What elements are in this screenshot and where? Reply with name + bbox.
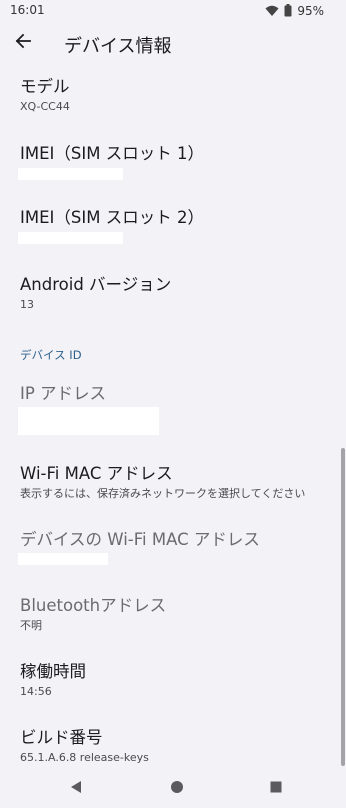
battery-percentage: 95%	[297, 4, 324, 18]
bluetooth-title: Bluetoothアドレス	[20, 596, 167, 615]
app-bar: デバイス情報	[0, 22, 346, 64]
status-time: 16:01	[10, 3, 45, 17]
nav-back-icon	[69, 779, 83, 798]
redacted-value	[18, 168, 123, 180]
model-value: XQ-CC44	[20, 100, 70, 113]
list-item-ip-address: IP アドレス	[20, 383, 106, 405]
android-version-title: Android バージョン	[20, 275, 172, 294]
imei-slot-1-title: IMEI（SIM スロット 1）	[20, 144, 204, 163]
scrollbar[interactable]	[341, 448, 345, 766]
back-button[interactable]	[8, 28, 38, 58]
ip-address-title: IP アドレス	[20, 384, 107, 403]
device-info-list[interactable]: モデル XQ-CC44 IMEI（SIM スロット 1） IMEI（SIM スロ…	[0, 64, 346, 768]
arrow-back-icon	[15, 33, 31, 53]
list-item-device-wifi-mac: デバイスの Wi-Fi MAC アドレス	[20, 529, 260, 551]
list-item-uptime[interactable]: 稼働時間 14:56	[20, 661, 86, 699]
wifi-mac-value: 表示するには、保存済みネットワークを選択してください	[20, 487, 306, 500]
list-item-wifi-mac[interactable]: Wi-Fi MAC アドレス 表示するには、保存済みネットワークを選択してくださ…	[20, 463, 305, 501]
wifi-icon	[265, 2, 279, 21]
section-header-device-id: デバイス ID	[20, 348, 82, 362]
bluetooth-value: 不明	[20, 619, 42, 632]
device-wifi-mac-title: デバイスの Wi-Fi MAC アドレス	[20, 530, 260, 549]
nav-recents-button[interactable]	[264, 776, 288, 800]
page-title: デバイス情報	[64, 36, 172, 57]
android-version-value: 13	[20, 298, 34, 311]
nav-back-button[interactable]	[64, 776, 88, 800]
redacted-value	[18, 553, 108, 565]
imei-slot-2-title: IMEI（SIM スロット 2）	[20, 208, 204, 227]
list-item-imei-slot-2[interactable]: IMEI（SIM スロット 2）	[20, 207, 204, 229]
model-title: モデル	[20, 77, 70, 96]
uptime-value: 14:56	[20, 685, 52, 698]
status-icons: 95%	[265, 3, 324, 19]
nav-recents-icon	[269, 779, 283, 798]
wifi-mac-title: Wi-Fi MAC アドレス	[20, 464, 173, 483]
list-item-bluetooth: Bluetoothアドレス 不明	[20, 595, 166, 633]
nav-home-icon	[170, 779, 184, 798]
redacted-value	[18, 407, 159, 435]
battery-icon	[284, 2, 292, 21]
list-item-imei-slot-1[interactable]: IMEI（SIM スロット 1）	[20, 143, 204, 165]
redacted-value	[18, 232, 123, 244]
build-number-value: 65.1.A.6.8 release-keys	[20, 751, 149, 764]
nav-home-button[interactable]	[165, 776, 189, 800]
list-item-model[interactable]: モデル XQ-CC44	[20, 76, 70, 114]
status-bar: 16:01 95%	[0, 0, 346, 22]
list-item-android-version[interactable]: Android バージョン 13	[20, 274, 171, 312]
navigation-bar	[0, 768, 346, 808]
build-number-title: ビルド番号	[20, 728, 103, 747]
list-item-build-number[interactable]: ビルド番号 65.1.A.6.8 release-keys	[20, 727, 149, 765]
uptime-title: 稼働時間	[20, 662, 86, 681]
